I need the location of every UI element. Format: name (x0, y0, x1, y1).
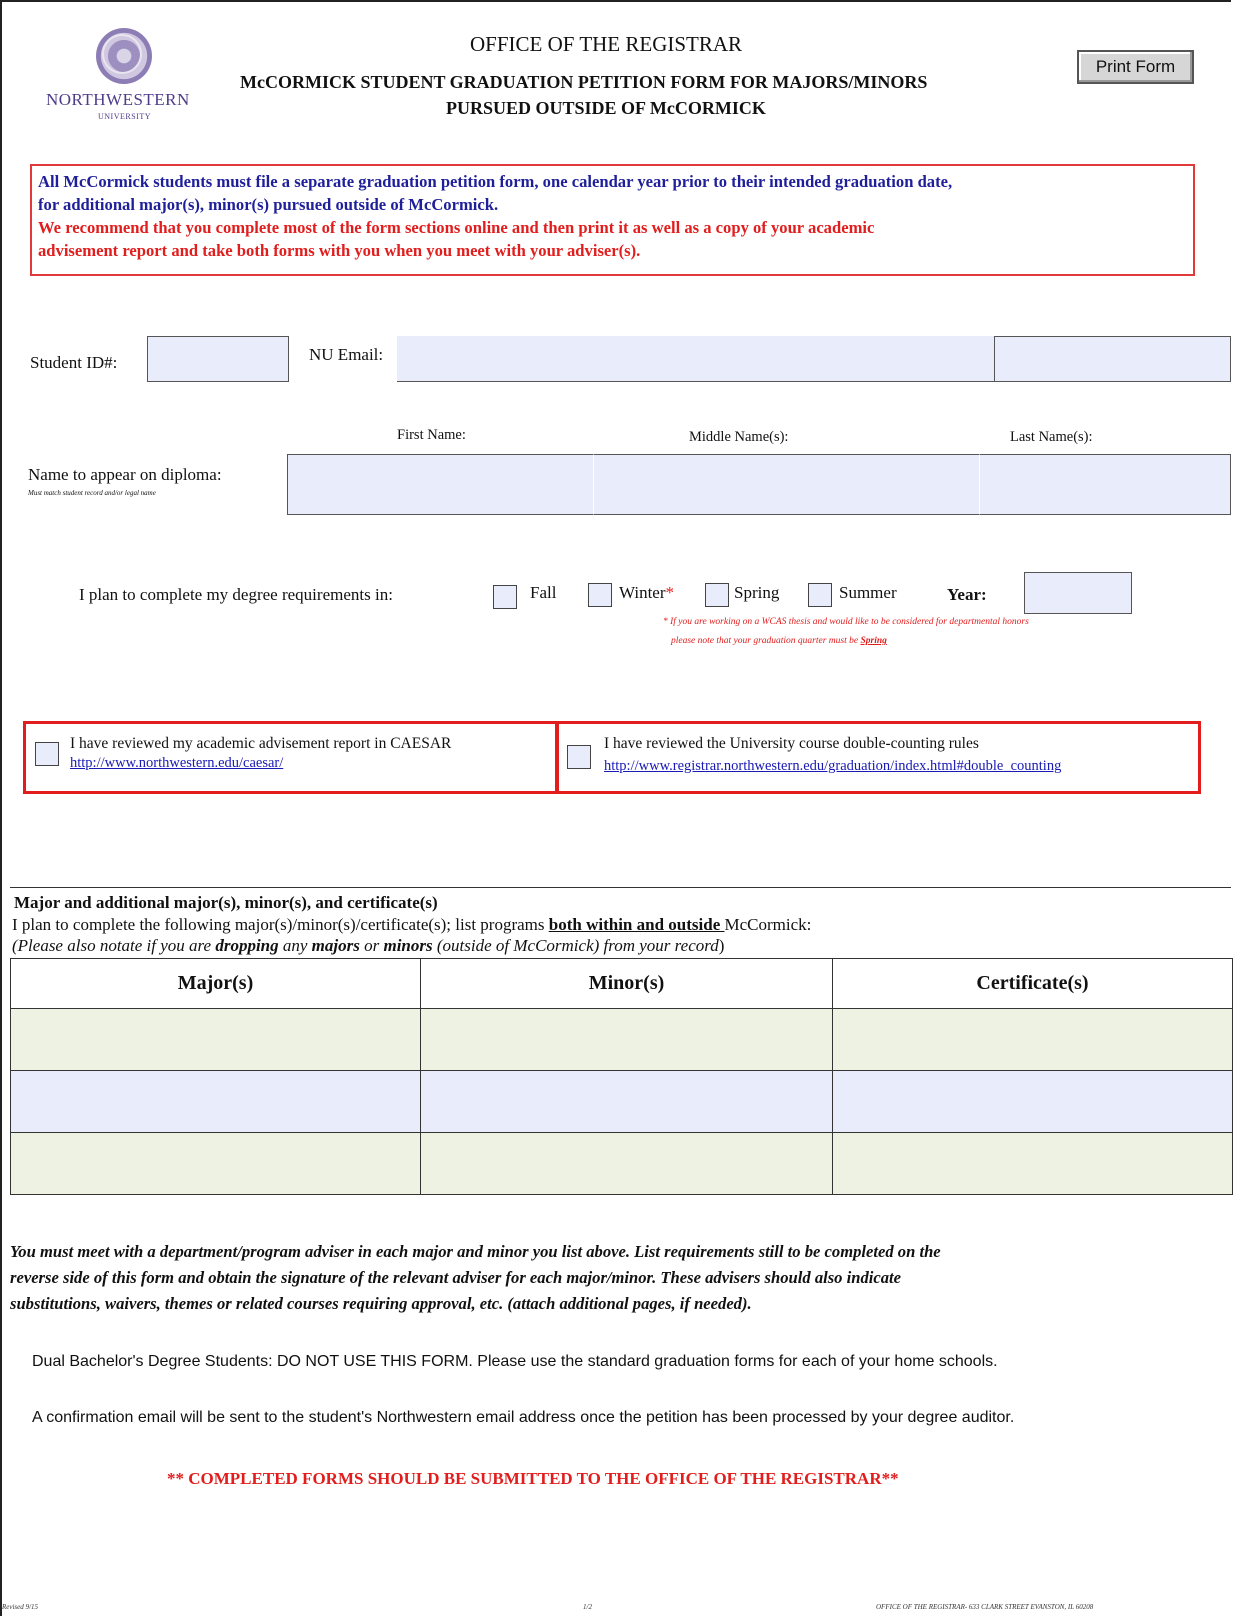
programs-instruction-emphasis: both within and outside (548, 915, 725, 934)
note-majors: majors (311, 936, 360, 955)
notice-line4: advisement report and take both forms wi… (38, 241, 641, 260)
note-a: (Please also notate if you are (12, 936, 216, 955)
year-label: Year: (947, 585, 987, 604)
programs-instruction-c: McCormick: (724, 915, 812, 934)
logo-sub: UNIVERSITY (98, 112, 151, 121)
diploma-name-label: Name to appear on diploma: (28, 465, 222, 484)
minor-cell[interactable] (420, 1070, 833, 1133)
certificate-cell[interactable] (832, 1070, 1233, 1133)
table-row (10, 1132, 1233, 1195)
section-divider (10, 887, 1231, 888)
form-title-line1: McCORMICK STUDENT GRADUATION PETITION FO… (240, 72, 928, 92)
winter-label: Winter* (619, 583, 674, 603)
email-domain-field[interactable] (994, 336, 1231, 382)
revised-date: Revised 9/15 (2, 1603, 38, 1611)
last-name-label: Last Name(s): (1010, 429, 1093, 445)
caesar-checkbox[interactable] (35, 742, 59, 766)
middle-name-field[interactable] (593, 454, 979, 515)
advice-line1: You must meet with a department/program … (10, 1242, 941, 1261)
major-cell[interactable] (10, 1132, 421, 1195)
note-e: or (359, 936, 384, 955)
minor-cell[interactable] (420, 1008, 833, 1071)
spring-checkbox[interactable] (705, 583, 729, 607)
programs-instruction-a: I plan to complete the following major(s… (12, 915, 549, 934)
print-form-button[interactable]: Print Form (1077, 50, 1194, 84)
diploma-name-sublabel: Must match student record and/or legal n… (28, 489, 156, 497)
caesar-link[interactable]: http://www.northwestern.edu/caesar/ (70, 755, 283, 772)
caesar-text: I have reviewed my academic advisement r… (70, 735, 452, 752)
summer-checkbox[interactable] (808, 583, 832, 607)
confirmation-note: A confirmation email will be sent to the… (32, 1409, 1015, 1426)
note-minors: minors (383, 936, 433, 955)
double-counting-link[interactable]: http://www.registrar.northwestern.edu/gr… (604, 758, 1061, 775)
last-name-field[interactable] (979, 454, 1231, 515)
notice-line3: We recommend that you complete most of t… (38, 218, 875, 237)
dual-degree-note: Dual Bachelor's Degree Students: DO NOT … (32, 1353, 998, 1370)
instructions-notice: All McCormick students must file a separ… (30, 164, 1195, 276)
first-name-label: First Name: (397, 427, 466, 443)
programs-note: (Please also notate if you are dropping … (12, 936, 724, 956)
winter-checkbox[interactable] (588, 583, 612, 607)
note-c: any (278, 936, 312, 955)
major-cell[interactable] (10, 1008, 421, 1071)
northwestern-logo: NORTHWESTERN UNIVERSITY (46, 28, 206, 124)
double-counting-text: I have reviewed the University course do… (604, 735, 979, 752)
programs-title: Major and additional major(s), minor(s),… (14, 893, 438, 912)
certificate-cell[interactable] (832, 1008, 1233, 1071)
winter-asterisk: * (665, 583, 675, 602)
spring-label: Spring (734, 583, 780, 602)
fall-label: Fall (530, 583, 557, 602)
fall-checkbox[interactable] (493, 585, 517, 609)
submit-instruction: ** COMPLETED FORMS SHOULD BE SUBMITTED T… (167, 1469, 899, 1488)
note-h: ) (718, 936, 725, 955)
seal-ring (102, 34, 142, 74)
programs-header-row: Major(s) Minor(s) Certificate(s) (10, 958, 1233, 1009)
first-name-field[interactable] (287, 454, 593, 515)
programs-instruction: I plan to complete the following major(s… (12, 915, 811, 935)
table-row (10, 1070, 1233, 1133)
minor-header: Minor(s) (420, 958, 833, 1009)
major-cell[interactable] (10, 1070, 421, 1133)
programs-table: Major(s) Minor(s) Certificate(s) (10, 958, 1233, 1195)
plan-label: I plan to complete my degree requirement… (79, 585, 393, 604)
honors-note-line1: * If you are working on a WCAS thesis an… (663, 617, 1029, 627)
student-id-field[interactable] (147, 336, 289, 382)
minor-cell[interactable] (420, 1132, 833, 1195)
note-g: (outside of McCormick) from your record (432, 936, 719, 955)
adviser-instructions: You must meet with a department/program … (10, 1239, 1231, 1317)
nu-email-field[interactable] (397, 336, 994, 382)
middle-name-label: Middle Name(s): (689, 429, 789, 445)
advice-line3: substitutions, waivers, themes or relate… (10, 1294, 752, 1313)
double-counting-checkbox[interactable] (567, 745, 591, 769)
logo-name: NORTHWESTERN (46, 90, 190, 109)
major-header: Major(s) (10, 958, 421, 1009)
certificate-cell[interactable] (832, 1132, 1233, 1195)
honors-note-line2: please note that your graduation quarter… (671, 636, 887, 646)
form-title-line2: PURSUED OUTSIDE OF McCORMICK (446, 98, 766, 118)
honors-note-spring: Spring (860, 636, 887, 646)
summer-label: Summer (839, 583, 897, 602)
office-heading: OFFICE OF THE REGISTRAR (470, 32, 743, 56)
table-row (10, 1008, 1233, 1071)
page-number: 1/2 (583, 1603, 592, 1611)
nu-email-label: NU Email: (309, 345, 384, 364)
student-id-label: Student ID#: (30, 353, 118, 372)
note-dropping: dropping (215, 936, 279, 955)
honors-note-text: please note that your graduation quarter… (671, 636, 861, 646)
year-field[interactable] (1024, 572, 1132, 614)
certificate-header: Certificate(s) (832, 958, 1233, 1009)
registrar-address: OFFICE OF THE REGISTRAR- 633 CLARK STREE… (876, 1603, 1094, 1611)
advice-line2: reverse side of this form and obtain the… (10, 1268, 902, 1287)
winter-label-text: Winter (619, 583, 666, 602)
notice-line1: All McCormick students must file a separ… (38, 172, 953, 191)
notice-line2: for additional major(s), minor(s) pursue… (38, 195, 499, 214)
